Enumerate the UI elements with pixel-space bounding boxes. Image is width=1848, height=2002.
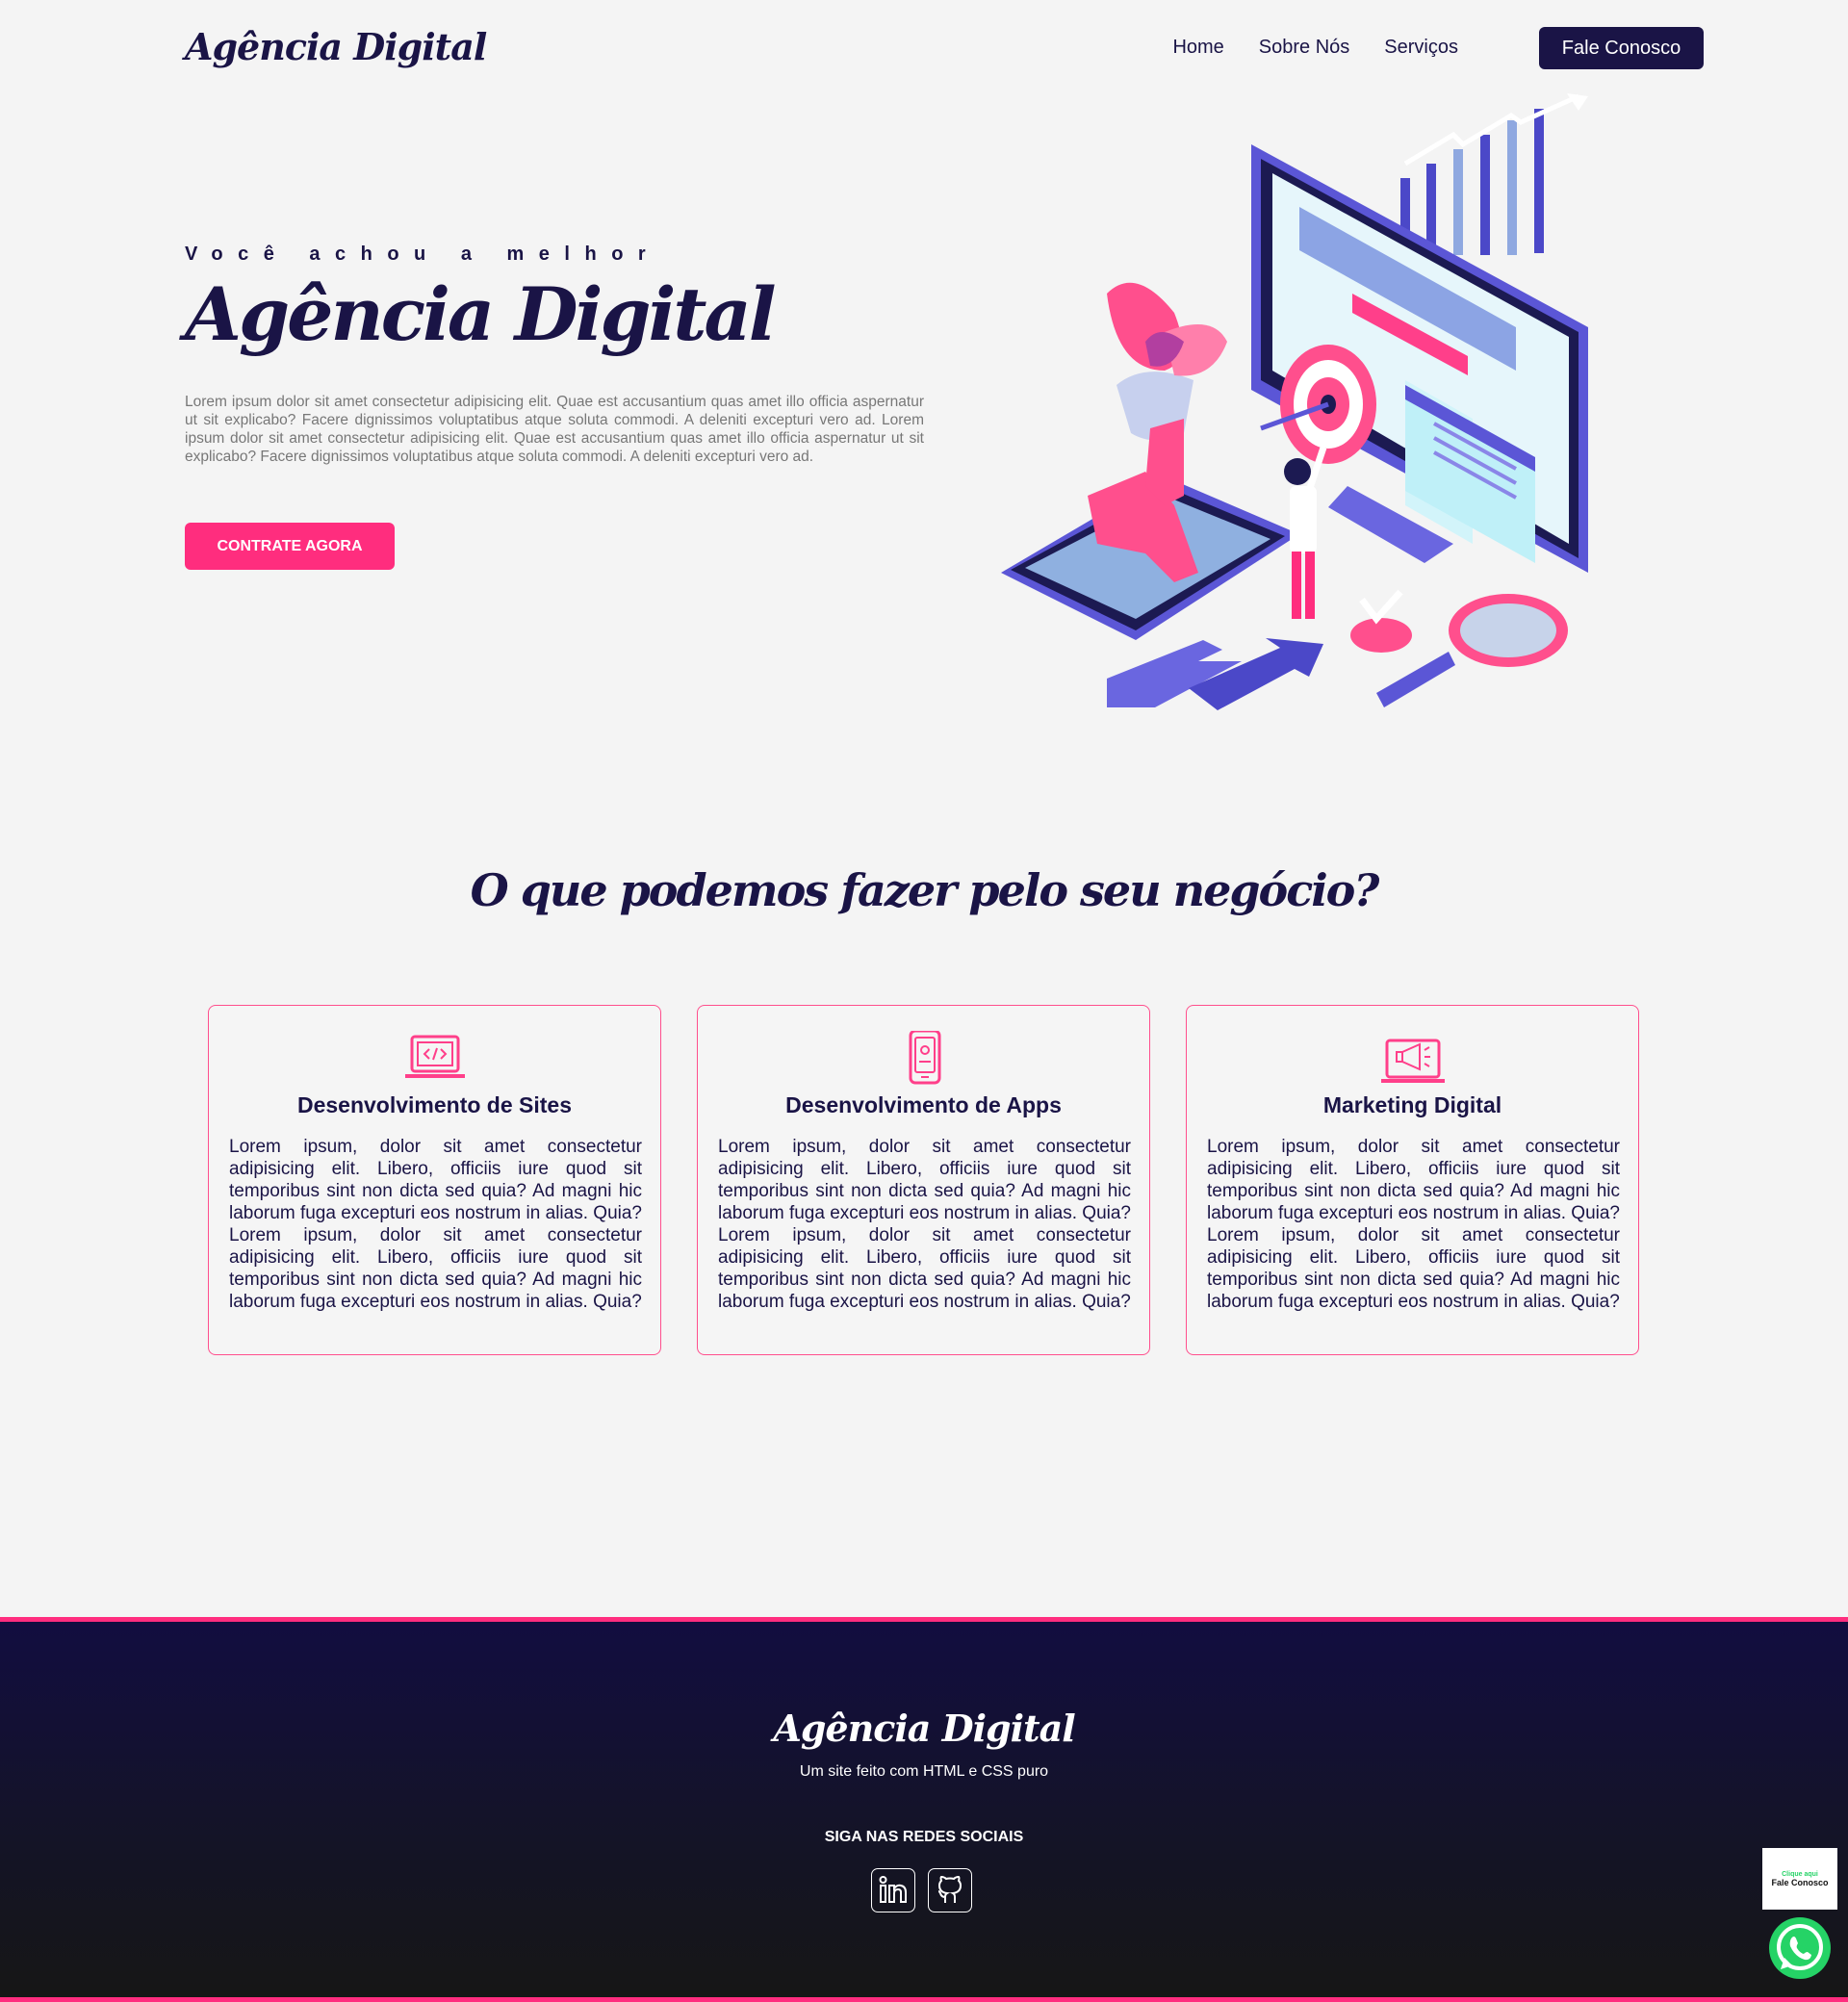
service-title: Marketing Digital bbox=[1322, 1092, 1502, 1117]
exchange-arrows-graphic bbox=[1107, 638, 1323, 710]
service-description: Lorem ipsum, dolor sit amet consectetur … bbox=[1207, 1137, 1620, 1312]
tablet-graphic bbox=[1001, 419, 1299, 640]
site-header: Agência Digital Home Sobre Nós Serviços … bbox=[0, 0, 1848, 96]
linkedin-link[interactable] bbox=[871, 1868, 915, 1912]
checkmark-graphic bbox=[1350, 589, 1412, 653]
site-logo[interactable]: Agência Digital bbox=[185, 25, 487, 68]
contact-button[interactable]: Fale Conosco bbox=[1539, 27, 1704, 69]
hire-now-button[interactable]: CONTRATE AGORA bbox=[185, 523, 395, 570]
plant-graphic bbox=[1107, 282, 1227, 441]
service-card-sites: Desenvolvimento de Sites Lorem ipsum, do… bbox=[208, 1005, 661, 1355]
main-nav: Home Sobre Nós Serviços bbox=[1172, 37, 1458, 59]
hero-description: Lorem ipsum dolor sit amet consectetur a… bbox=[185, 394, 924, 465]
person-graphic bbox=[1284, 446, 1327, 619]
hero-kicker: Você achou a melhor bbox=[185, 244, 661, 265]
github-link[interactable] bbox=[928, 1868, 972, 1912]
linkedin-icon bbox=[879, 1876, 907, 1903]
growth-chart-graphic bbox=[1400, 93, 1588, 255]
megaphone-icon bbox=[1380, 1039, 1445, 1083]
github-icon bbox=[937, 1875, 962, 1903]
site-footer: Agência Digital Um site feito com HTML e… bbox=[0, 1617, 1848, 2002]
nav-home[interactable]: Home bbox=[1172, 37, 1223, 59]
footer-tagline: Um site feito com HTML e CSS puro bbox=[799, 1763, 1049, 1780]
magnifier-graphic bbox=[1376, 594, 1568, 707]
smartphone-icon bbox=[909, 1031, 940, 1085]
laptop-code-icon bbox=[404, 1035, 465, 1078]
service-title: Desenvolvimento de Apps bbox=[785, 1092, 1062, 1117]
nav-about[interactable]: Sobre Nós bbox=[1259, 37, 1350, 59]
services-title: O que podemos fazer pelo seu negócio? bbox=[470, 864, 1380, 916]
whatsapp-tooltip-line1: Clique aqui bbox=[1782, 1870, 1818, 1878]
hero-illustration bbox=[1001, 93, 1588, 710]
whatsapp-tooltip[interactable]: Clique aqui Fale Conosco bbox=[1762, 1848, 1837, 1910]
service-card-apps: Desenvolvimento de Apps Lorem ipsum, dol… bbox=[697, 1005, 1150, 1355]
hero-title: Agência Digital bbox=[185, 271, 777, 357]
service-description: Lorem ipsum, dolor sit amet consectetur … bbox=[229, 1137, 642, 1312]
social-heading: SIGA NAS REDES SOCIAIS bbox=[824, 1829, 1024, 1845]
service-description: Lorem ipsum, dolor sit amet consectetur … bbox=[718, 1137, 1131, 1312]
service-card-marketing: Marketing Digital Lorem ipsum, dolor sit… bbox=[1186, 1005, 1639, 1355]
whatsapp-tooltip-line2: Fale Conosco bbox=[1771, 1877, 1829, 1887]
service-title: Desenvolvimento de Sites bbox=[296, 1092, 573, 1117]
footer-logo: Agência Digital bbox=[773, 1707, 1075, 1750]
whatsapp-icon[interactable] bbox=[1767, 1915, 1833, 1981]
nav-services[interactable]: Serviços bbox=[1384, 37, 1458, 59]
